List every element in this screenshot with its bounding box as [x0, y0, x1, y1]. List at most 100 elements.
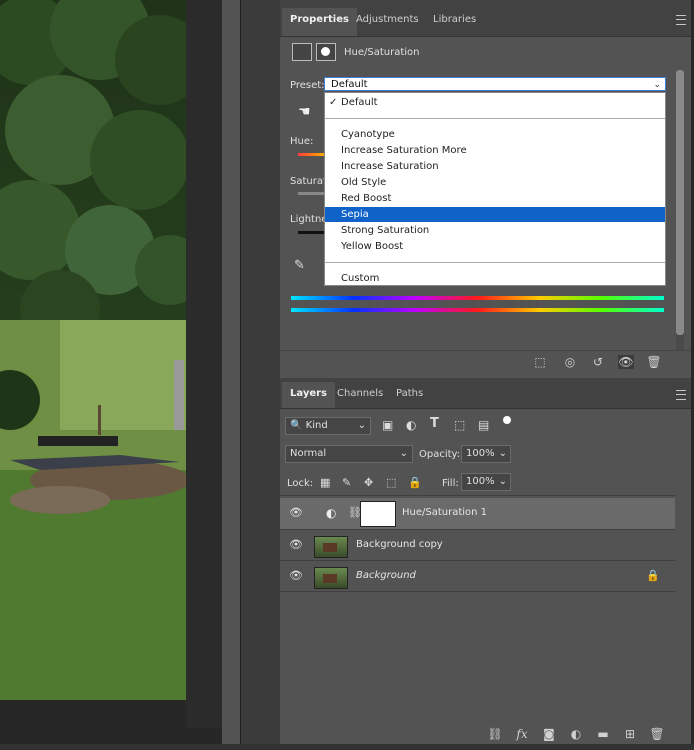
chevron-down-icon: ⌄ — [498, 448, 507, 459]
properties-panel: Properties Adjustments Libraries Hue/Sat… — [280, 0, 691, 378]
lock-artboard-icon[interactable]: ⬚ — [386, 476, 396, 489]
targeted-adjustment-hand-icon[interactable]: ☚ — [298, 104, 311, 120]
shape-layer-filter-icon[interactable]: ⬚ — [454, 418, 465, 432]
delete-layer-icon[interactable]: 🗑 — [649, 726, 665, 742]
type-layer-filter-icon[interactable]: T — [430, 416, 439, 431]
new-layer-icon[interactable]: ⊞ — [622, 726, 638, 742]
hue-range-bar-top — [291, 296, 664, 300]
adjustment-title: Hue/Saturation — [344, 47, 420, 58]
tab-layers[interactable]: Layers — [282, 382, 335, 408]
fx-icon[interactable]: fx — [514, 726, 530, 742]
chevron-down-icon: ⌄ — [357, 420, 366, 431]
lock-all-icon[interactable]: 🔒 — [408, 476, 422, 489]
new-adjustment-layer-icon[interactable]: ◐ — [568, 726, 584, 742]
smart-object-filter-icon[interactable]: ▤ — [478, 418, 489, 432]
layer-row-hue-saturation[interactable]: 👁 ◐ ⛓ Hue/Saturation 1 — [280, 498, 675, 529]
preset-value: Default — [331, 79, 368, 90]
properties-scrollbar[interactable] — [676, 70, 684, 350]
preset-option-custom[interactable]: Custom — [325, 271, 665, 286]
blend-mode-select[interactable]: Normal ⌄ — [285, 445, 413, 463]
lock-transparent-pixels-icon[interactable]: ▦ — [320, 476, 330, 489]
canvas-gutter — [186, 0, 222, 728]
hue-range-bar-bottom — [291, 308, 664, 312]
adjustment-layer-filter-icon[interactable]: ◐ — [406, 418, 416, 432]
panel-strip — [222, 0, 240, 750]
preset-option-default[interactable]: ✓ Default — [325, 95, 665, 110]
clip-to-layer-icon[interactable]: ⬚ — [532, 355, 548, 369]
preset-option-strong-saturation[interactable]: Strong Saturation — [325, 223, 665, 238]
fill-value: 100% — [466, 476, 495, 487]
lightness-slider-track[interactable] — [298, 231, 324, 234]
saturation-slider-track[interactable] — [298, 192, 324, 195]
preset-option-red-boost[interactable]: Red Boost — [325, 191, 665, 206]
separator — [325, 118, 665, 119]
mask-icon[interactable] — [316, 43, 336, 61]
layer-row-background[interactable]: 👁 Background 🔒 — [280, 561, 675, 592]
eye-icon[interactable]: 👁 — [288, 539, 304, 551]
panel-menu-icon[interactable] — [676, 390, 686, 400]
tab-properties[interactable]: Properties — [282, 8, 357, 36]
tab-paths[interactable]: Paths — [388, 382, 431, 408]
new-group-icon[interactable]: ▬ — [595, 726, 611, 742]
adjustment-icon[interactable] — [292, 43, 312, 61]
opacity-value: 100% — [466, 448, 495, 459]
separator — [325, 262, 665, 263]
opacity-input[interactable]: 100% ⌄ — [461, 445, 511, 463]
tab-adjustments[interactable]: Adjustments — [348, 8, 427, 36]
eye-icon[interactable]: 👁 — [288, 507, 304, 519]
hue-slider-track[interactable] — [298, 153, 324, 156]
checkmark-icon: ✓ — [329, 97, 338, 108]
lock-image-pixels-icon[interactable]: ✎ — [342, 476, 351, 489]
tab-channels[interactable]: Channels — [329, 382, 391, 408]
layers-panel: Layers Channels Paths 🔍 Kind ⌄ ▣ ◐ T ⬚ ▤… — [280, 378, 691, 750]
preset-option-cyanotype[interactable]: Cyanotype — [325, 127, 665, 142]
visibility-eye-icon[interactable]: 👁 — [618, 355, 634, 369]
preset-option-old-style[interactable]: Old Style — [325, 175, 665, 190]
tab-libraries[interactable]: Libraries — [425, 8, 484, 36]
panel-menu-icon[interactable] — [676, 15, 686, 25]
blend-mode-value: Normal — [290, 448, 327, 459]
scrollbar-thumb[interactable] — [676, 70, 684, 335]
preset-option-increase-saturation[interactable]: Increase Saturation — [325, 159, 665, 174]
lightness-label: Lightne — [290, 214, 328, 225]
kind-filter-select[interactable]: 🔍 Kind ⌄ — [285, 417, 371, 435]
link-layers-icon[interactable]: ⛓ — [487, 726, 503, 742]
adjustment-layer-icon: ◐ — [326, 506, 337, 520]
preset-label: Preset: — [290, 80, 325, 91]
properties-tabbar: Properties Adjustments Libraries — [280, 0, 691, 37]
eye-icon[interactable]: 👁 — [288, 570, 304, 582]
lock-position-icon[interactable]: ✥ — [364, 476, 373, 489]
preset-select[interactable]: Default ⌄ — [324, 77, 666, 91]
preset-option-increase-saturation-more[interactable]: Increase Saturation More — [325, 143, 665, 158]
fill-label: Fill: — [442, 478, 459, 489]
layers-tabbar: Layers Channels Paths — [280, 378, 691, 409]
kind-filter-label: Kind — [305, 420, 328, 431]
layer-name: Hue/Saturation 1 — [402, 507, 488, 518]
view-previous-state-icon[interactable]: ◎ — [562, 355, 578, 369]
divider — [280, 591, 675, 592]
layer-thumbnail — [314, 567, 348, 589]
lock-icon[interactable]: 🔒 — [646, 569, 660, 582]
divider — [280, 350, 691, 351]
bottom-edge — [0, 744, 694, 750]
reset-icon[interactable]: ↺ — [590, 355, 606, 369]
preset-dropdown-list: ✓ Default Cyanotype Increase Saturation … — [324, 92, 666, 286]
layer-name: Background copy — [356, 539, 443, 550]
trash-icon[interactable]: 🗑 — [646, 355, 662, 369]
search-icon: 🔍 — [290, 420, 303, 431]
panel-dock-gutter — [240, 0, 281, 750]
pixel-layer-filter-icon[interactable]: ▣ — [382, 418, 393, 432]
chevron-down-icon: ⌄ — [399, 448, 408, 459]
hue-label: Hue: — [290, 136, 314, 147]
layer-mask-thumbnail[interactable] — [360, 501, 396, 527]
opacity-label: Opacity: — [419, 449, 461, 460]
layer-row-background-copy[interactable]: 👁 Background copy — [280, 530, 675, 561]
chevron-down-icon: ⌄ — [498, 476, 507, 487]
divider — [280, 495, 675, 496]
preset-option-sepia[interactable]: Sepia — [325, 207, 665, 222]
add-mask-icon[interactable]: ◙ — [541, 726, 557, 742]
eyedropper-icon[interactable]: ✎ — [294, 258, 305, 273]
preset-option-yellow-boost[interactable]: Yellow Boost — [325, 239, 665, 254]
filter-toggle-icon[interactable] — [503, 416, 511, 424]
fill-input[interactable]: 100% ⌄ — [461, 473, 511, 491]
